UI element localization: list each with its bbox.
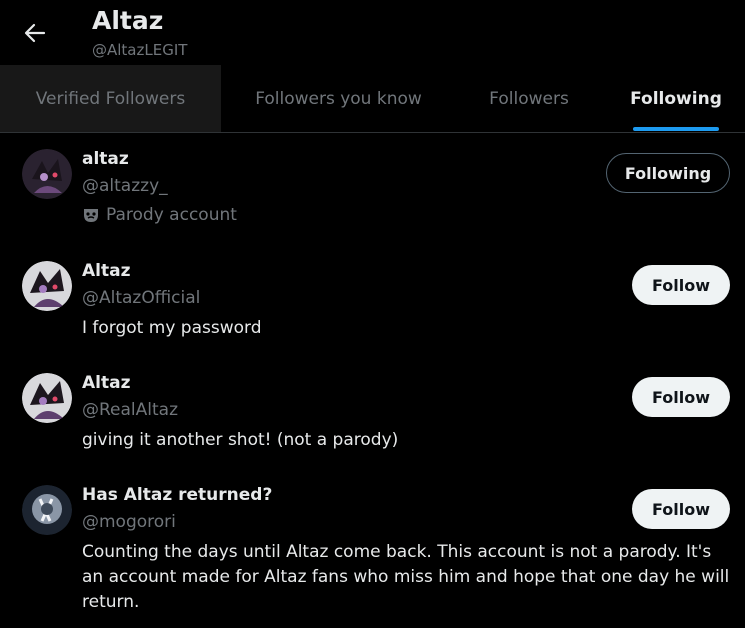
- parody-label: Parody account: [82, 205, 237, 225]
- avatar[interactable]: [22, 149, 72, 199]
- username[interactable]: @RealAltaz: [82, 400, 178, 420]
- avatar[interactable]: [22, 373, 72, 423]
- display-name[interactable]: Altaz: [82, 261, 130, 281]
- arrow-left-icon: [24, 23, 46, 43]
- profile-title: Altaz: [92, 6, 164, 35]
- tab-following-label: Following: [630, 88, 722, 109]
- display-name[interactable]: altaz: [82, 149, 129, 169]
- bio: giving it another shot! (not a parody): [82, 430, 399, 450]
- page-header: Altaz @AltazLEGIT: [0, 0, 745, 65]
- mask-icon: [84, 209, 98, 222]
- active-tab-indicator: [633, 127, 719, 131]
- list-item[interactable]: altaz @altazzy_ Parody account Following: [0, 133, 745, 245]
- profile-handle: @AltazLEGIT: [92, 41, 188, 59]
- parody-label-text: Parody account: [106, 205, 237, 225]
- display-name[interactable]: Has Altaz returned?: [82, 485, 272, 505]
- username[interactable]: @mogorori: [82, 512, 176, 532]
- follow-button[interactable]: Follow: [632, 265, 730, 305]
- follow-button[interactable]: Follow: [632, 489, 730, 529]
- following-button[interactable]: Following: [606, 153, 730, 193]
- back-button[interactable]: [18, 18, 52, 48]
- tab-following[interactable]: Following: [602, 65, 745, 132]
- tab-verified-followers[interactable]: Verified Followers: [0, 65, 221, 132]
- avatar[interactable]: [22, 485, 72, 535]
- tab-followers[interactable]: Followers: [456, 65, 602, 132]
- username[interactable]: @altazzy_: [82, 176, 168, 196]
- list-item[interactable]: Altaz @RealAltaz giving it another shot!…: [0, 357, 745, 469]
- list-item[interactable]: Altaz @AltazOfficial I forgot my passwor…: [0, 245, 745, 357]
- bio: Counting the days until Altaz come back.…: [82, 542, 730, 612]
- username[interactable]: @AltazOfficial: [82, 288, 200, 308]
- list-item[interactable]: Has Altaz returned? @mogorori Counting t…: [0, 469, 745, 628]
- follow-button[interactable]: Follow: [632, 377, 730, 417]
- avatar[interactable]: [22, 261, 72, 311]
- tab-followers-you-know[interactable]: Followers you know: [221, 65, 456, 132]
- tab-bar: Verified Followers Followers you know Fo…: [0, 65, 745, 133]
- bio: I forgot my password: [82, 318, 262, 338]
- display-name[interactable]: Altaz: [82, 373, 130, 393]
